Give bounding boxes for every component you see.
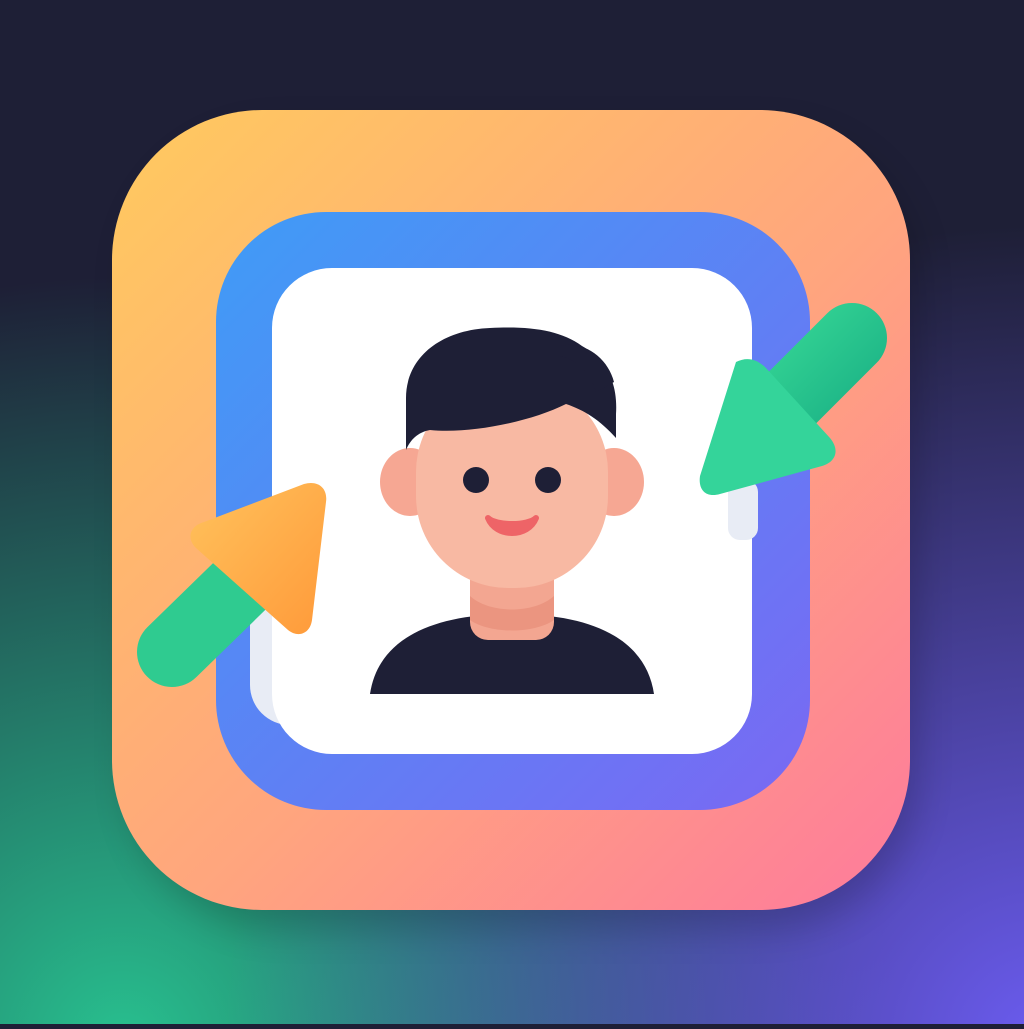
avatar-eye-right	[535, 467, 561, 493]
app-icon-canvas	[0, 0, 1024, 1024]
avatar-eye-left	[463, 467, 489, 493]
avatar-icon	[370, 327, 654, 694]
app-icon	[0, 0, 1024, 1024]
